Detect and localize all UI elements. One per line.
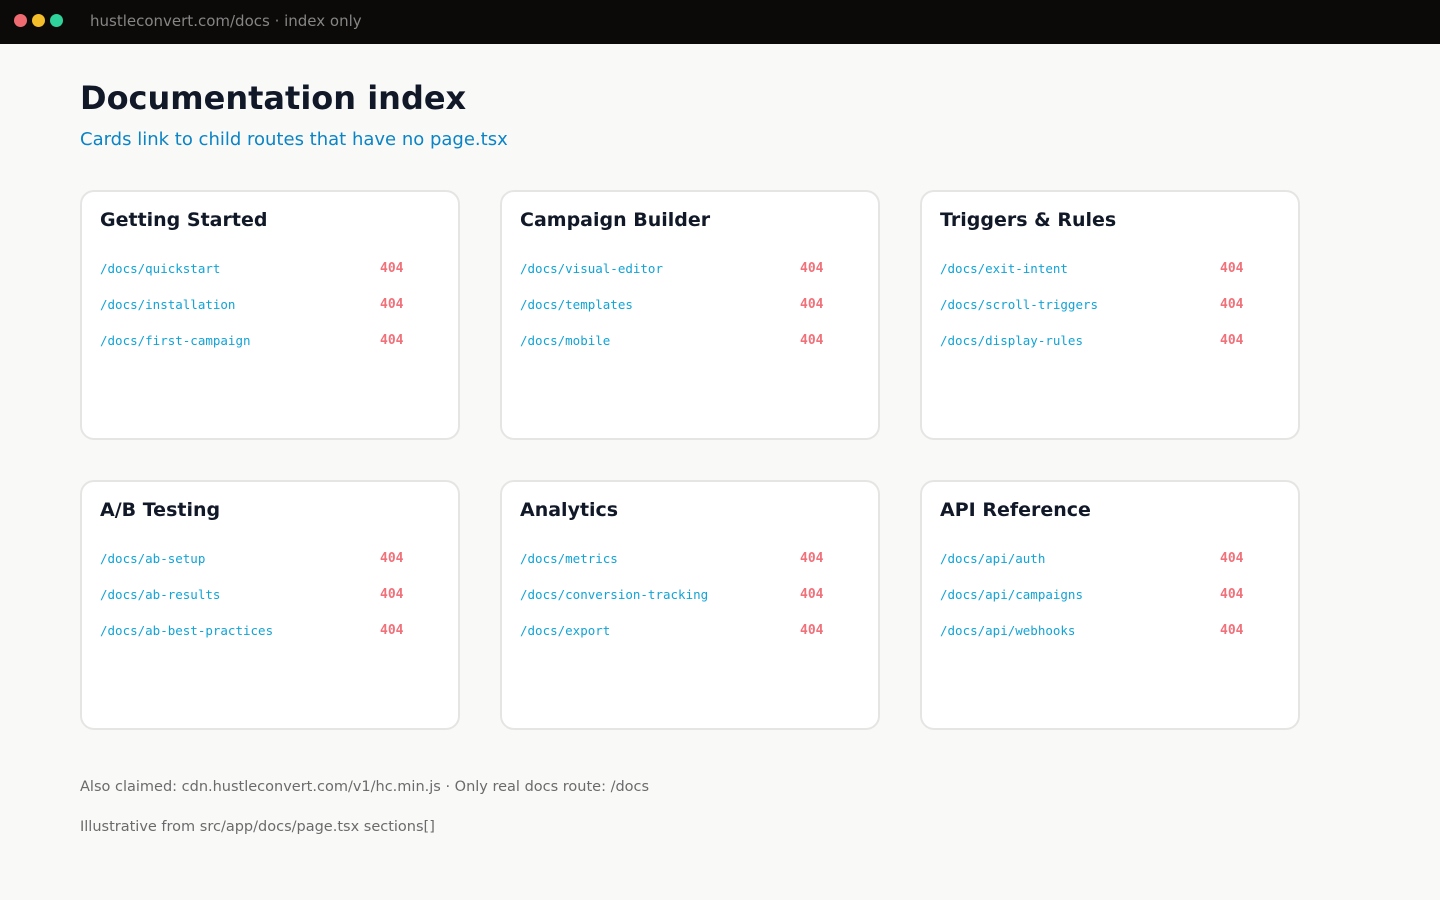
route-path[interactable]: /docs/api/campaigns <box>940 587 1083 602</box>
route-link[interactable]: /docs/exit-intent 404 <box>940 261 1280 281</box>
status-badge: 404 <box>800 623 824 638</box>
route-link[interactable]: /docs/mobile 404 <box>520 333 860 353</box>
status-badge: 404 <box>800 551 824 566</box>
route-path[interactable]: /docs/first-campaign <box>100 333 251 348</box>
status-badge: 404 <box>380 551 404 566</box>
card-title: A/B Testing <box>100 499 221 521</box>
route-link[interactable]: /docs/installation 404 <box>100 297 440 317</box>
route-path[interactable]: /docs/api/auth <box>940 551 1045 566</box>
route-path[interactable]: /docs/installation <box>100 297 235 312</box>
card-title: Triggers & Rules <box>940 209 1117 231</box>
status-badge: 404 <box>800 261 824 276</box>
route-link[interactable]: /docs/ab-setup 404 <box>100 551 440 571</box>
route-link[interactable]: /docs/quickstart 404 <box>100 261 440 281</box>
route-link[interactable]: /docs/metrics 404 <box>520 551 860 571</box>
footer-claims-note: Also claimed: cdn.hustleconvert.com/v1/h… <box>80 779 650 795</box>
card-title: Analytics <box>520 499 619 521</box>
route-path[interactable]: /docs/api/webhooks <box>940 623 1075 638</box>
route-path[interactable]: /docs/visual-editor <box>520 261 663 276</box>
footer-source-note: Illustrative from src/app/docs/page.tsx … <box>80 819 435 835</box>
route-path[interactable]: /docs/scroll-triggers <box>940 297 1098 312</box>
status-badge: 404 <box>1220 297 1244 312</box>
route-link[interactable]: /docs/api/webhooks 404 <box>940 623 1280 643</box>
status-badge: 404 <box>380 623 404 638</box>
status-badge: 404 <box>800 333 824 348</box>
route-link[interactable]: /docs/ab-results 404 <box>100 587 440 607</box>
docs-card-triggers-rules: Triggers & Rules /docs/exit-intent 404 /… <box>920 190 1300 440</box>
status-badge: 404 <box>1220 587 1244 602</box>
browser-titlebar: hustleconvert.com/docs · index only <box>0 0 1440 44</box>
page-title: Documentation index <box>80 79 467 117</box>
card-title: API Reference <box>940 499 1091 521</box>
status-badge: 404 <box>380 587 404 602</box>
route-path[interactable]: /docs/metrics <box>520 551 618 566</box>
page-subtitle: Cards link to child routes that have no … <box>80 129 508 150</box>
docs-card-getting-started: Getting Started /docs/quickstart 404 /do… <box>80 190 460 440</box>
card-title: Campaign Builder <box>520 209 711 231</box>
status-badge: 404 <box>380 297 404 312</box>
status-badge: 404 <box>380 261 404 276</box>
route-link[interactable]: /docs/ab-best-practices 404 <box>100 623 440 643</box>
status-badge: 404 <box>800 587 824 602</box>
address-bar-url[interactable]: hustleconvert.com/docs · index only <box>90 12 362 30</box>
route-path[interactable]: /docs/export <box>520 623 610 638</box>
route-link[interactable]: /docs/templates 404 <box>520 297 860 317</box>
route-link[interactable]: /docs/first-campaign 404 <box>100 333 440 353</box>
status-badge: 404 <box>380 333 404 348</box>
minimize-window-icon[interactable] <box>32 14 45 27</box>
route-link[interactable]: /docs/visual-editor 404 <box>520 261 860 281</box>
route-path[interactable]: /docs/templates <box>520 297 633 312</box>
close-window-icon[interactable] <box>14 14 27 27</box>
route-link[interactable]: /docs/conversion-tracking 404 <box>520 587 860 607</box>
docs-card-api-reference: API Reference /docs/api/auth 404 /docs/a… <box>920 480 1300 730</box>
route-link[interactable]: /docs/api/campaigns 404 <box>940 587 1280 607</box>
docs-card-ab-testing: A/B Testing /docs/ab-setup 404 /docs/ab-… <box>80 480 460 730</box>
route-path[interactable]: /docs/conversion-tracking <box>520 587 708 602</box>
route-path[interactable]: /docs/exit-intent <box>940 261 1068 276</box>
route-path[interactable]: /docs/display-rules <box>940 333 1083 348</box>
route-link[interactable]: /docs/scroll-triggers 404 <box>940 297 1280 317</box>
card-title: Getting Started <box>100 209 268 231</box>
maximize-window-icon[interactable] <box>50 14 63 27</box>
route-link[interactable]: /docs/export 404 <box>520 623 860 643</box>
route-link[interactable]: /docs/api/auth 404 <box>940 551 1280 571</box>
route-link[interactable]: /docs/display-rules 404 <box>940 333 1280 353</box>
status-badge: 404 <box>1220 623 1244 638</box>
route-path[interactable]: /docs/mobile <box>520 333 610 348</box>
route-path[interactable]: /docs/ab-best-practices <box>100 623 273 638</box>
route-path[interactable]: /docs/ab-setup <box>100 551 205 566</box>
docs-card-analytics: Analytics /docs/metrics 404 /docs/conver… <box>500 480 880 730</box>
route-path[interactable]: /docs/quickstart <box>100 261 220 276</box>
status-badge: 404 <box>1220 261 1244 276</box>
status-badge: 404 <box>1220 551 1244 566</box>
route-path[interactable]: /docs/ab-results <box>100 587 220 602</box>
docs-card-campaign-builder: Campaign Builder /docs/visual-editor 404… <box>500 190 880 440</box>
status-badge: 404 <box>1220 333 1244 348</box>
status-badge: 404 <box>800 297 824 312</box>
